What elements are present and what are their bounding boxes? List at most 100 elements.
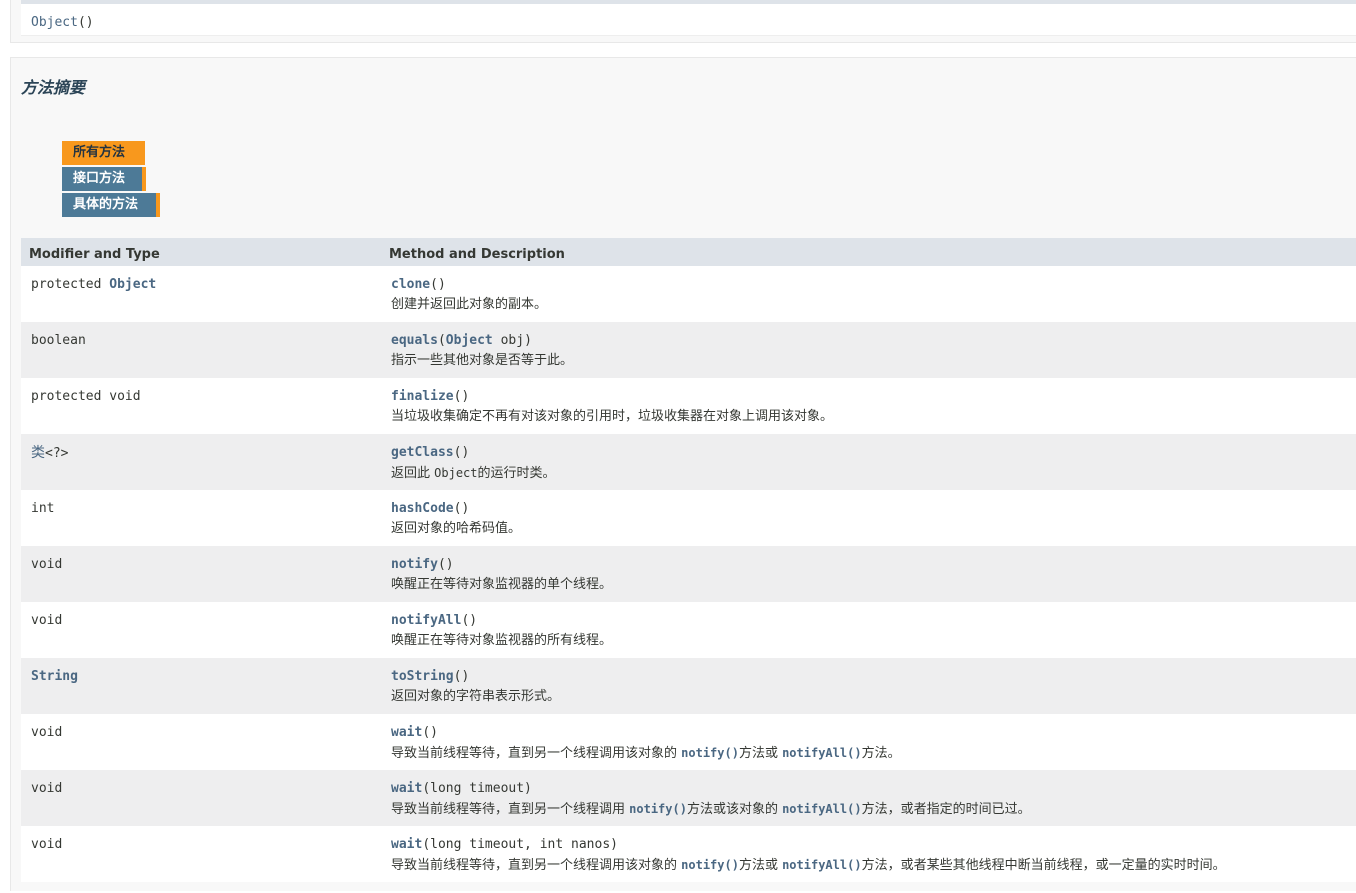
description-text: 方法或该对象的	[686, 802, 783, 817]
method-summary-title: 方法摘要	[21, 78, 86, 97]
tab-all-methods-label: 所有方法	[73, 145, 126, 160]
description-code-link[interactable]: notifyAll()	[782, 858, 861, 872]
method-description: 唤醒正在等待对象监视器的单个线程。	[391, 576, 612, 594]
method-params: (	[437, 333, 446, 348]
modifier-type-cell: int	[31, 501, 54, 517]
constructor-summary-block: Object()	[10, 0, 1356, 43]
description-code-link[interactable]: notifyAll()	[782, 802, 861, 816]
type-modifier: protected void	[31, 389, 141, 404]
method-signature: toString()	[391, 669, 560, 685]
tab-concrete-methods-label: 具体的方法	[73, 197, 139, 212]
method-description-cell: equals(Object obj) 指示一些其他对象是否等于此。	[391, 333, 573, 370]
table-row: boolean equals(Object obj) 指示一些其他对象是否等于此。	[21, 322, 1356, 378]
method-description-cell: hashCode() 返回对象的哈希码值。	[391, 501, 521, 538]
type-link[interactable]: Object	[109, 277, 156, 292]
constructor-link[interactable]: Object	[31, 15, 78, 30]
description-code-link[interactable]: notify()	[681, 858, 739, 872]
type-suffix: <?>	[45, 446, 69, 461]
method-link-notify[interactable]: notify	[391, 557, 438, 572]
description-text: 返回此	[391, 466, 435, 481]
method-params: ()	[453, 669, 470, 684]
constructor-parens: ()	[77, 15, 94, 30]
modifier-type-cell: void	[31, 725, 62, 741]
method-link-equals[interactable]: equals	[391, 333, 438, 348]
description-code-link[interactable]: notifyAll()	[782, 746, 861, 760]
method-description: 指示一些其他对象是否等于此。	[391, 352, 573, 370]
method-link-wait[interactable]: wait	[391, 837, 422, 852]
method-link-clone[interactable]: clone	[391, 277, 430, 292]
description-text: 唤醒正在等待对象监视器的单个线程。	[391, 577, 613, 592]
method-description-cell: notify() 唤醒正在等待对象监视器的单个线程。	[391, 557, 612, 594]
tab-all-methods[interactable]: 所有方法	[62, 141, 145, 165]
description-text: 唤醒正在等待对象监视器的所有线程。	[391, 633, 613, 648]
type-modifier: void	[31, 837, 63, 852]
method-link-notifyall[interactable]: notifyAll	[391, 613, 461, 628]
method-description: 唤醒正在等待对象监视器的所有线程。	[391, 632, 612, 650]
method-link-tostring[interactable]: toString	[391, 669, 454, 684]
description-text: 指示一些其他对象是否等于此。	[391, 353, 574, 368]
tab-interface-methods[interactable]: 接口方法	[62, 167, 146, 191]
method-link-wait[interactable]: wait	[391, 725, 422, 740]
description-text: 导致当前线程等待，直到另一个线程调用该对象的	[391, 746, 682, 761]
method-link-getclass[interactable]: getClass	[391, 445, 454, 460]
description-text: 方法或	[738, 746, 783, 761]
method-description-cell: notifyAll() 唤醒正在等待对象监视器的所有线程。	[391, 613, 612, 650]
method-signature: notify()	[391, 557, 612, 573]
description-text: 当垃圾收集确定不再有对该对象的引用时，垃圾收集器在对象上调用该对象。	[391, 409, 834, 424]
table-row: String toString() 返回对象的字符串表示形式。	[21, 658, 1356, 714]
method-description-cell: getClass() 返回此 Object的运行时类。	[391, 445, 556, 483]
description-text: 返回对象的字符串表示形式。	[391, 689, 561, 704]
tab-edge	[142, 167, 146, 191]
description-text: 方法或	[738, 858, 783, 873]
method-description-cell: toString() 返回对象的字符串表示形式。	[391, 669, 560, 706]
modifier-type-cell: void	[31, 557, 62, 573]
description-code-link[interactable]: notify()	[629, 802, 687, 816]
table-body: protected Object clone() 创建并返回此对象的副本。 boole…	[21, 266, 1356, 882]
table-row: void wait() 导致当前线程等待，直到另一个线程调用该对象的 notify(…	[21, 714, 1356, 770]
constructor-row: Object()	[21, 4, 1356, 36]
type-link[interactable]: 类	[31, 445, 45, 461]
method-summary-block: 方法摘要 所有方法 接口方法 具体的方法 Modifier and Type M…	[10, 57, 1356, 891]
table-row: 类<?> getClass() 返回此 Object的运行时类。	[21, 434, 1356, 490]
method-params: ()	[453, 389, 470, 404]
method-link-hashcode[interactable]: hashCode	[391, 501, 454, 516]
modifier-type-cell: protected Object	[31, 277, 156, 293]
description-text: 创建并返回此对象的副本。	[391, 297, 548, 312]
description-text: 返回对象的哈希码值。	[391, 521, 522, 536]
constructor-signature: Object()	[31, 15, 94, 31]
param-type-link[interactable]: Object	[446, 333, 493, 348]
method-description: 返回此 Object的运行时类。	[391, 464, 556, 483]
description-text: 的运行时类。	[477, 466, 556, 481]
table-row: protected Object clone() 创建并返回此对象的副本。	[21, 266, 1356, 322]
type-modifier: void	[31, 557, 63, 572]
description-code-link[interactable]: notify()	[681, 746, 739, 760]
method-description: 导致当前线程等待，直到另一个线程调用该对象的 notify()方法或 notif…	[391, 744, 901, 763]
description-code: Object	[434, 466, 478, 480]
modifier-type-cell: 类<?>	[31, 445, 68, 462]
table-row: int hashCode() 返回对象的哈希码值。	[21, 490, 1356, 546]
type-link[interactable]: String	[31, 669, 78, 684]
type-modifier: void	[31, 725, 63, 740]
table-row: void notify() 唤醒正在等待对象监视器的单个线程。	[21, 546, 1356, 602]
method-description: 导致当前线程等待，直到另一个线程调用 notify()方法或该对象的 notif…	[391, 800, 1031, 819]
modifier-type-cell: void	[31, 781, 62, 797]
method-signature: equals(Object obj)	[391, 333, 573, 349]
modifier-type-cell: protected void	[31, 389, 141, 405]
modifier-type-cell: boolean	[31, 333, 86, 349]
method-description: 创建并返回此对象的副本。	[391, 296, 547, 314]
table-row: void wait(long timeout, int nanos) 导致当前线程等…	[21, 826, 1356, 882]
method-description-cell: wait(long timeout) 导致当前线程等待，直到另一个线程调用 not…	[391, 781, 1031, 819]
method-params: ()	[430, 277, 446, 292]
method-description: 导致当前线程等待，直到另一个线程调用该对象的 notify()方法或 notif…	[391, 856, 1226, 875]
method-description-cell: finalize() 当垃圾收集确定不再有对该对象的引用时，垃圾收集器在对象上调用…	[391, 389, 833, 426]
method-description-cell: wait() 导致当前线程等待，直到另一个线程调用该对象的 notify()方法或…	[391, 725, 901, 763]
table-row: void wait(long timeout) 导致当前线程等待，直到另一个线程调用…	[21, 770, 1356, 826]
method-description: 返回对象的字符串表示形式。	[391, 688, 560, 706]
method-signature: wait(long timeout)	[391, 781, 1031, 797]
method-link-finalize[interactable]: finalize	[391, 389, 454, 404]
method-params: ()	[453, 445, 470, 460]
method-link-wait[interactable]: wait	[391, 781, 422, 796]
tab-concrete-methods[interactable]: 具体的方法	[62, 193, 160, 217]
method-signature: hashCode()	[391, 501, 521, 517]
description-text: 方法。	[861, 746, 901, 761]
